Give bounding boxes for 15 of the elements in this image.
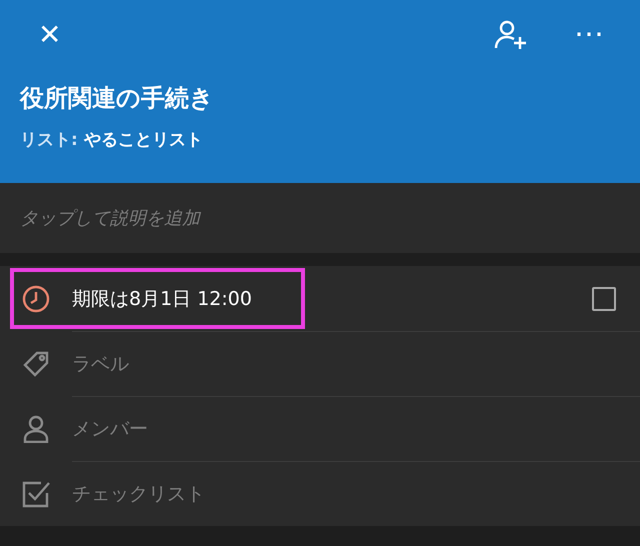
checkbox[interactable] <box>592 286 616 310</box>
list-label: リスト: <box>20 129 78 151</box>
tag-icon <box>22 350 50 378</box>
close-button[interactable]: ✕ <box>38 21 61 49</box>
members-text[interactable]: メンバー <box>72 416 148 442</box>
list-name: やることリスト <box>84 129 203 151</box>
label-text[interactable]: ラベル <box>72 350 129 376</box>
checklist-text[interactable]: チェックリスト <box>72 480 205 506</box>
clock-icon <box>22 284 50 312</box>
add-member-icon[interactable] <box>494 19 528 51</box>
due-text[interactable]: 期限は8月1日 12:00 <box>72 286 252 312</box>
person-icon <box>22 414 50 442</box>
description-field[interactable]: タップして説明を追加 <box>0 183 640 253</box>
more-button[interactable]: ⋯ <box>574 20 604 50</box>
card-title: 役所関連の手続き <box>20 83 215 114</box>
